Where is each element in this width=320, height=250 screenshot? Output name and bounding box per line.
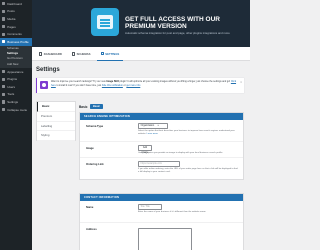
notice-text: Want to improve your search rankings? Tr… <box>51 80 239 87</box>
dashboard-icon <box>2 2 6 6</box>
sidebar-item-tools[interactable]: Tools <box>0 91 32 99</box>
sidebar-item-label: Settings <box>7 99 19 104</box>
schema-type-description: Select the option that best describes yo… <box>138 130 238 136</box>
sidebar-item-label: Comments <box>7 32 22 37</box>
name-row: Name Site Title Enter the name of your b… <box>80 201 243 223</box>
sidebar-item-label: Tools <box>7 92 15 97</box>
image-description: Google requires you provide an image to … <box>138 152 223 154</box>
image-seo-icon <box>40 81 48 89</box>
schema-type-value: Organization <box>140 124 155 128</box>
page-title: Settings <box>36 67 60 73</box>
preset-basic-button[interactable]: Basic <box>90 104 103 110</box>
users-icon <box>2 85 6 89</box>
settings-tab-icon <box>100 51 104 56</box>
address-row: Address <box>80 223 243 250</box>
schema-type-select[interactable]: Organization ▼ <box>138 123 168 129</box>
sidebar-item-label: Media <box>7 16 16 21</box>
tab-settings[interactable]: SETTINGS <box>96 47 124 61</box>
sidebar-submenu: Schemas Settings Go Premium Add New <box>0 45 32 68</box>
subnav-item-labelling[interactable]: Labelling <box>37 122 75 132</box>
sidebar-item-label: Pages <box>7 24 16 29</box>
address-textarea[interactable] <box>138 228 192 250</box>
sidebar-item-label: Plugins <box>7 77 18 82</box>
subnav-item-basic[interactable]: Basic <box>37 102 75 112</box>
sidebar-item-label: Users <box>7 84 16 89</box>
admin-sidebar: Dashboard Posts Media Pages Comments Bus… <box>0 0 32 250</box>
banner-subline: Automatic schema integration for post an… <box>125 31 230 35</box>
ordering-link-input[interactable]: https://example.com <box>138 161 180 167</box>
sidebar-item-comments[interactable]: Comments <box>0 30 32 38</box>
sidebar-item-label: Appearance <box>7 69 24 74</box>
image-seo-notice: Want to improve your search rankings? Tr… <box>36 78 244 93</box>
ordering-link-description: If you offer online ordering, enter the … <box>138 168 238 173</box>
banner-headline: GET FULL ACCESS WITH OUR PREMIUM VERSION <box>125 16 220 31</box>
contact-panel-heading: CONTACT INFORMATION <box>80 194 243 201</box>
seo-panel: SEARCH ENGINE OPTIMIZATION Schema Type O… <box>79 112 244 180</box>
plugins-icon <box>2 77 6 81</box>
tab-label: DASHBOARD <box>43 52 62 56</box>
posts-icon <box>2 9 6 13</box>
image-row: Image Add Image Google requires you prov… <box>80 142 243 158</box>
ordering-link-label: Ordering Link <box>86 163 104 166</box>
notice-text3: If you don't have time, just <box>73 83 102 87</box>
settings-subnav: Basic Premium Labelling Styling <box>36 101 76 142</box>
name-label: Name <box>86 206 94 209</box>
tools-icon <box>2 92 6 96</box>
preset-row: Basic Basic <box>79 104 103 110</box>
comments-icon <box>2 32 6 36</box>
tab-label: SCHEMAS <box>76 52 91 56</box>
subnav-item-styling[interactable]: Styling <box>37 131 75 142</box>
schemas-tab-icon <box>71 52 76 56</box>
plugin-tabs: DASHBOARD SCHEMAS SETTINGS <box>32 47 250 61</box>
preset-label: Basic <box>79 104 88 109</box>
subnav-item-premium[interactable]: Premium <box>37 112 75 122</box>
sidebar-item-business-profile[interactable]: Business Profile <box>0 37 32 46</box>
sidebar-item-plugins[interactable]: Plugins <box>0 75 32 83</box>
dashboard-tab-icon <box>39 52 43 56</box>
sidebar-item-posts[interactable]: Posts <box>0 8 32 16</box>
sidebar-item-pages[interactable]: Pages <box>0 23 32 31</box>
notice-hide-link[interactable]: hide this notification <box>102 84 123 87</box>
contact-panel: CONTACT INFORMATION Name Site Title Ente… <box>79 193 244 250</box>
chevron-down-icon: ▼ <box>157 125 160 128</box>
sidebar-item-label: Collapse menu <box>7 107 28 112</box>
sidebar-item-users[interactable]: Users <box>0 83 32 91</box>
schema-type-row: Schema Type Organization ▼ Select the opt… <box>80 120 243 142</box>
notice-info-link[interactable]: get more info <box>126 84 140 87</box>
pages-icon <box>2 24 6 29</box>
sidebar-item-media[interactable]: Media <box>0 15 32 23</box>
image-label: Image <box>86 147 94 150</box>
address-label: Address <box>86 228 97 231</box>
schema-type-label: Schema Type <box>86 125 104 128</box>
appearance-icon <box>2 70 6 74</box>
learn-more-link[interactable]: Learn more <box>147 133 158 135</box>
sidebar-item-settings[interactable]: Settings <box>0 98 32 106</box>
settings-icon <box>2 100 6 104</box>
sidebar-item-label: Business Profile <box>7 39 29 44</box>
name-input[interactable]: Site Title <box>138 204 162 210</box>
collapse-icon <box>2 107 6 112</box>
notice-text2: to install it now! <box>56 83 73 87</box>
sidebar-item-label: Dashboard <box>7 1 22 6</box>
ordering-link-row: Ordering Link https://example.com If you… <box>80 158 243 179</box>
add-image-button[interactable]: Add Image <box>138 145 152 154</box>
media-icon <box>2 17 6 21</box>
sidebar-item-appearance[interactable]: Appearance <box>0 68 32 76</box>
submenu-item-add-new[interactable]: Add New <box>0 62 32 67</box>
tab-schemas[interactable]: SCHEMAS <box>68 47 95 61</box>
tab-label: SETTINGS <box>105 51 120 56</box>
tab-dashboard[interactable]: DASHBOARD <box>35 47 66 61</box>
plugin-logo-icon <box>91 8 119 36</box>
business-icon <box>2 40 6 44</box>
premium-banner[interactable]: GET FULL ACCESS WITH OUR PREMIUM VERSION… <box>32 0 250 47</box>
sidebar-item-collapse[interactable]: Collapse menu <box>0 106 32 114</box>
sidebar-item-label: Posts <box>7 9 15 14</box>
name-description: Enter the name of your business if it's … <box>138 211 207 213</box>
close-icon[interactable]: × <box>240 80 242 84</box>
seo-panel-heading: SEARCH ENGINE OPTIMIZATION <box>80 113 243 120</box>
sidebar-item-dashboard[interactable]: Dashboard <box>0 0 32 8</box>
